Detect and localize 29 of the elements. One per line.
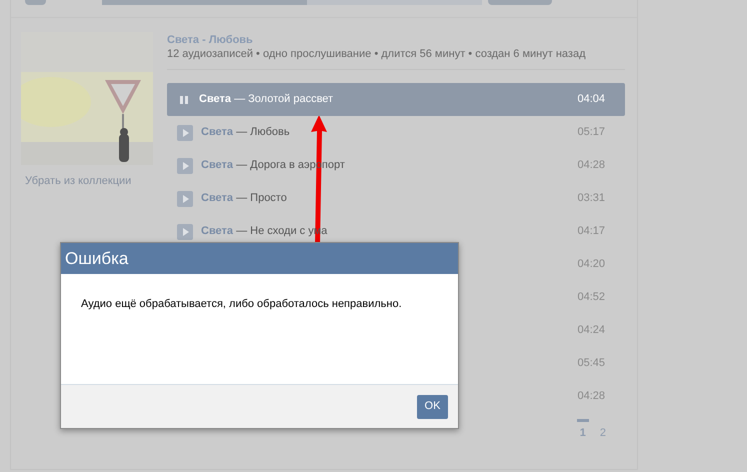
- player-button[interactable]: [25, 0, 46, 5]
- ok-button[interactable]: OK: [417, 394, 448, 418]
- play-icon[interactable]: [177, 158, 193, 174]
- track-duration: 04:20: [577, 257, 605, 272]
- track-row[interactable]: Света — Золотой рассвет 04:04: [167, 83, 625, 116]
- page-link[interactable]: 1: [576, 419, 589, 442]
- dialog-message: Аудио ещё обрабатывается, либо обработалось неправильно.: [80, 297, 403, 312]
- track-duration: 05:45: [577, 356, 605, 372]
- track-duration: 05:17: [577, 125, 605, 140]
- track-row[interactable]: Света — Любовь 05:17: [167, 116, 625, 149]
- play-icon[interactable]: [177, 224, 193, 240]
- dialog-title: Ошибка: [61, 243, 458, 274]
- remove-link[interactable]: Убрать из коллекции: [25, 173, 167, 190]
- track-duration: 03:31: [577, 191, 605, 206]
- album-title: Света - Любовь: [167, 33, 254, 47]
- track-duration: 04:04: [577, 92, 605, 108]
- player-button[interactable]: [488, 0, 552, 5]
- track-title: Света — Любовь: [201, 125, 290, 140]
- track-title: Света — Просто: [201, 191, 287, 206]
- page-link[interactable]: 2: [596, 419, 609, 442]
- track-row[interactable]: Света — Просто 03:31: [167, 182, 625, 215]
- track-duration: 04:17: [577, 224, 605, 240]
- play-icon[interactable]: [177, 190, 193, 206]
- progress-bar[interactable]: [102, 0, 482, 5]
- play-icon[interactable]: [177, 124, 193, 140]
- album-meta: 12 аудиозаписей • одно прослушивание • длится 56 минут • создан 6 минут назад: [167, 47, 586, 61]
- track-duration: 04:24: [577, 323, 605, 338]
- track-title: Света — Золотой рассвет: [199, 92, 334, 108]
- track-duration: 04:28: [577, 158, 605, 174]
